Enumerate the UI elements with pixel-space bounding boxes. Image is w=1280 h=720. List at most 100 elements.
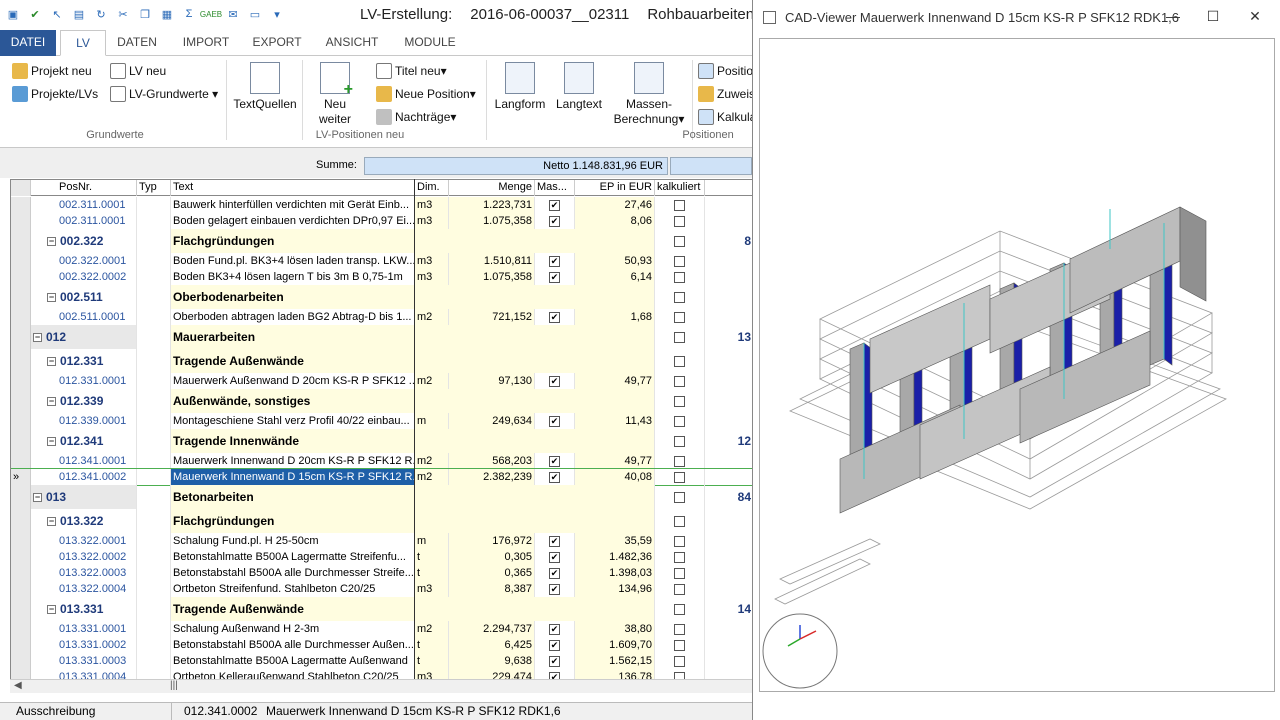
sum-icon[interactable]: Σ	[180, 5, 198, 23]
row-indicator[interactable]	[11, 389, 31, 413]
kalkuliert-cell[interactable]	[655, 253, 705, 269]
dim-cell[interactable]: m3	[415, 269, 449, 285]
dropdown-icon[interactable]: ▾	[268, 5, 286, 23]
col-typ[interactable]: Typ	[137, 180, 171, 196]
menge-cell[interactable]: 1.223,731	[449, 197, 535, 213]
ep-cell[interactable]: 136,78	[575, 669, 655, 679]
text-cell[interactable]: Betonstahlmatte B500A Lagermatte Außenwa…	[171, 653, 415, 669]
ep-cell[interactable]: 1.398,03	[575, 565, 655, 581]
kalkuliert-checkbox[interactable]	[674, 415, 685, 427]
ep-cell[interactable]: 8,06	[575, 213, 655, 229]
position-button[interactable]: Positio	[698, 63, 752, 79]
group-row[interactable]: −012.341 Tragende Innenwände 12	[11, 429, 752, 453]
kalkuliert-checkbox[interactable]	[674, 455, 685, 467]
row-indicator[interactable]	[11, 325, 31, 349]
massen-cell[interactable]	[535, 653, 575, 669]
kalkuliert-cell[interactable]	[655, 229, 705, 253]
collapse-icon[interactable]: −	[47, 236, 56, 246]
collapse-icon[interactable]: −	[47, 436, 56, 446]
kalkuliert-cell[interactable]	[655, 565, 705, 581]
massen-checkbox[interactable]	[549, 639, 560, 651]
kalkuliert-cell[interactable]	[655, 509, 705, 533]
text-cell[interactable]: Mauerwerk Innenwand D 20cm KS-R P SFK12 …	[171, 453, 415, 469]
table-row[interactable]: 013.331.0004 Ortbeton Kelleraußenwand Sta…	[11, 669, 752, 679]
menge-cell[interactable]: 1.510,811	[449, 253, 535, 269]
text-cell[interactable]: Boden Fund.pl. BK3+4 lösen laden transp.…	[171, 253, 415, 269]
massen-cell[interactable]	[535, 581, 575, 597]
kalkuliert-checkbox[interactable]	[674, 567, 685, 579]
ep-cell[interactable]: 27,46	[575, 197, 655, 213]
massen-cell[interactable]	[535, 533, 575, 549]
menge-cell[interactable]: 6,425	[449, 637, 535, 653]
row-indicator[interactable]	[11, 253, 31, 269]
ep-cell[interactable]: 35,59	[575, 533, 655, 549]
col-posnr[interactable]: PosNr.	[31, 180, 137, 196]
table-row[interactable]: 002.511.0001 Oberboden abtragen laden BG2…	[11, 309, 752, 325]
kalkuliert-checkbox[interactable]	[674, 535, 685, 547]
table-row[interactable]: 012.331.0001 Mauerwerk Außenwand D 20cm K…	[11, 373, 752, 389]
kalkuliert-checkbox[interactable]	[674, 671, 685, 679]
minimize-icon[interactable]: —	[1163, 8, 1183, 26]
kalkuliert-cell[interactable]	[655, 213, 705, 229]
table-row[interactable]: 012.339.0001 Montageschiene Stahl verz Pr…	[11, 413, 752, 429]
text-cell[interactable]: Mauerwerk Außenwand D 20cm KS-R P SFK12 …	[171, 373, 415, 389]
table-row[interactable]: 013.322.0004 Ortbeton Streifenfund. Stahl…	[11, 581, 752, 597]
row-indicator[interactable]	[11, 309, 31, 325]
langform-button[interactable]: Langform	[492, 62, 548, 112]
kalkuliert-checkbox[interactable]	[674, 551, 685, 563]
tab-module[interactable]: MODULE	[398, 30, 462, 56]
massen-cell[interactable]	[535, 453, 575, 469]
text-cell[interactable]: Schalung Fund.pl. H 25-50cm	[171, 533, 415, 549]
massen-cell[interactable]	[535, 637, 575, 653]
massen-cell[interactable]	[535, 413, 575, 429]
text-cell[interactable]: Außenwände, sonstiges	[171, 389, 415, 413]
col-massen[interactable]: Mas...	[535, 180, 575, 196]
kalkuliert-checkbox[interactable]	[674, 215, 685, 227]
row-indicator[interactable]	[11, 669, 31, 679]
text-cell[interactable]: Boden gelagert einbauen verdichten DPr0,…	[171, 213, 415, 229]
kalkuliert-checkbox[interactable]	[674, 355, 685, 367]
dim-cell[interactable]: t	[415, 653, 449, 669]
text-cell[interactable]: Mauerarbeiten	[171, 325, 415, 349]
check-icon[interactable]: ✔	[26, 5, 44, 23]
table-row[interactable]: 002.311.0001 Boden gelagert einbauen verd…	[11, 213, 752, 229]
kalkuliert-checkbox[interactable]	[674, 655, 685, 667]
copy-icon[interactable]: ❐	[136, 5, 154, 23]
dim-cell[interactable]: m2	[415, 469, 449, 485]
text-cell[interactable]: Schalung Außenwand H 2-3m	[171, 621, 415, 637]
text-cell[interactable]: Boden BK3+4 lösen lagern T bis 3m B 0,75…	[171, 269, 415, 285]
massen-checkbox[interactable]	[549, 471, 560, 483]
table-row[interactable]: » 012.341.0002 Mauerwerk Innenwand D 15cm …	[11, 468, 752, 486]
massen-cell[interactable]	[535, 197, 575, 213]
ep-cell[interactable]: 1.482,36	[575, 549, 655, 565]
group-row[interactable]: −002.322 Flachgründungen 8	[11, 229, 752, 253]
text-cell[interactable]: Betonstabstahl B500A alle Durchmesser Au…	[171, 637, 415, 653]
text-cell[interactable]: Betonstahlmatte B500A Lagermatte Streife…	[171, 549, 415, 565]
kalkuliert-cell[interactable]	[655, 309, 705, 325]
table-row[interactable]: 013.322.0002 Betonstahlmatte B500A Lagerm…	[11, 549, 752, 565]
row-indicator[interactable]	[11, 197, 31, 213]
col-menge[interactable]: Menge	[449, 180, 535, 196]
massen-checkbox[interactable]	[549, 271, 560, 283]
kalkuliert-checkbox[interactable]	[674, 603, 685, 615]
lv-grid[interactable]: PosNr. Typ Text Dim. Menge Mas... EP in …	[10, 179, 752, 679]
table-row[interactable]: 002.322.0002 Boden BK3+4 lösen lagern T b…	[11, 269, 752, 285]
kalkuliert-checkbox[interactable]	[674, 255, 685, 267]
dim-cell[interactable]: m3	[415, 581, 449, 597]
row-indicator[interactable]	[11, 213, 31, 229]
kalkulation-button[interactable]: Kalkula	[698, 109, 752, 125]
row-indicator[interactable]	[11, 597, 31, 621]
langtext-button[interactable]: Langtext	[552, 62, 606, 112]
massen-checkbox[interactable]	[549, 535, 560, 547]
kalkuliert-checkbox[interactable]	[674, 199, 685, 211]
row-indicator[interactable]: »	[11, 469, 31, 485]
massen-checkbox[interactable]	[549, 551, 560, 563]
menge-cell[interactable]: 1.075,358	[449, 269, 535, 285]
dim-cell[interactable]: m	[415, 413, 449, 429]
text-cell[interactable]: Montageschiene Stahl verz Profil 40/22 e…	[171, 413, 415, 429]
massen-checkbox[interactable]	[549, 311, 560, 323]
massen-cell[interactable]	[535, 669, 575, 679]
row-indicator[interactable]	[11, 621, 31, 637]
ep-cell[interactable]: 1.609,70	[575, 637, 655, 653]
table-row[interactable]: 002.322.0001 Boden Fund.pl. BK3+4 lösen l…	[11, 253, 752, 269]
